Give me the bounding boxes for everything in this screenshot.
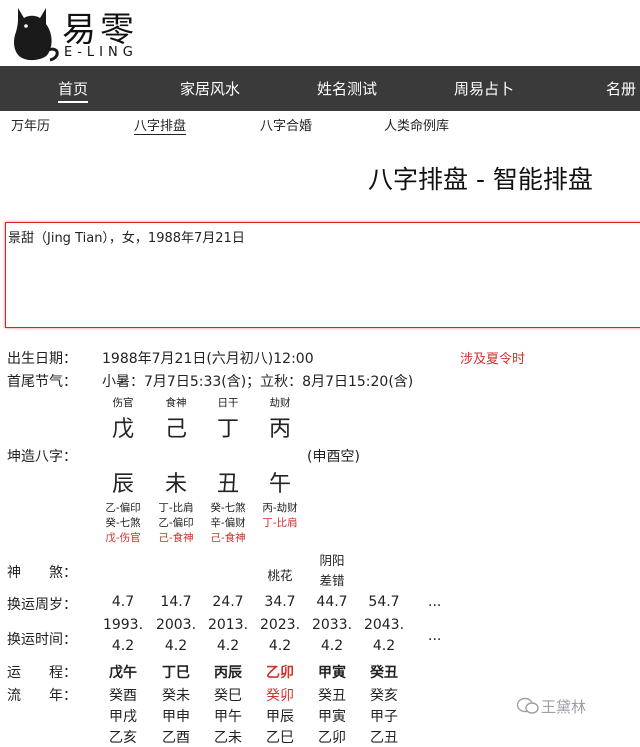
- main-nav: 首页 家居风水 姓名测试 周易占卜 名册: [0, 66, 640, 111]
- nav-divination[interactable]: 周易占卜: [454, 78, 514, 99]
- shensha-item: 阴阳 差错: [319, 553, 345, 588]
- liunian-year: 甲申: [162, 709, 190, 725]
- heavenly-stem: 己: [164, 417, 187, 442]
- more-ellipsis: ...: [428, 628, 442, 644]
- huanyun-day: 4.2: [268, 638, 292, 654]
- liunian-year: 癸丑: [318, 688, 346, 704]
- liunian-year: 甲寅: [318, 709, 346, 725]
- hidden-stem: 乙-偏印: [158, 517, 194, 529]
- ten-god-label: 食神: [165, 397, 187, 409]
- huanyun-day: 4.2: [372, 638, 396, 654]
- huanyun-age: 54.7: [368, 594, 400, 610]
- huanyun-year: 2033.: [311, 617, 353, 633]
- hidden-stem: 丁-比肩: [158, 502, 194, 514]
- huanyun-day: 4.2: [320, 638, 344, 654]
- earthly-branch: 辰: [111, 472, 134, 497]
- huanyun-age: 44.7: [316, 594, 348, 610]
- huanyun-year: 2003.: [155, 617, 197, 633]
- liunian-year: 乙亥: [109, 730, 137, 746]
- dst-note-link[interactable]: 涉及夏令时: [460, 348, 525, 367]
- hidden-stem: 辛-偏财: [210, 517, 246, 529]
- subnav-calendar[interactable]: 万年历: [11, 115, 50, 134]
- dayun-pillar-current[interactable]: 乙卯: [254, 662, 306, 682]
- huanyun-year: 1993.: [102, 617, 144, 633]
- shensha-label: 神 煞：: [7, 565, 77, 581]
- heavenly-stem: 戊: [111, 417, 134, 442]
- huanyun-day: 4.2: [164, 638, 188, 654]
- huanyun-age: 14.7: [160, 594, 192, 610]
- dayun-pillar[interactable]: 癸丑: [358, 662, 410, 682]
- liunian-year: 乙巳: [266, 730, 294, 746]
- kongwang: (申酉空): [307, 449, 360, 465]
- liunian-year: 乙未: [214, 730, 242, 746]
- liunian-year: 癸巳: [214, 688, 242, 704]
- hidden-stem: 己-食神: [210, 532, 246, 544]
- dayun-pillar[interactable]: 丙辰: [202, 662, 254, 682]
- huanyun-year: 2043.: [363, 617, 405, 633]
- hidden-stem: 己-食神: [158, 532, 194, 544]
- header: 易零 E-LING: [0, 0, 640, 66]
- bazi-input[interactable]: 景甜（Jing Tian），女，1988年7月21日: [5, 222, 640, 328]
- yuncheng-label: 运 程：: [7, 665, 77, 681]
- ten-god-label: 劫财: [269, 397, 291, 409]
- jieqi-label: 首尾节气：: [7, 374, 77, 390]
- page-title: 八字排盘 - 智能排盘: [368, 165, 593, 194]
- earthly-branch: 未: [164, 472, 187, 497]
- heavenly-stem: 丙: [268, 417, 291, 442]
- logo-subtext: E-LING: [64, 45, 138, 60]
- dayun-pillar[interactable]: 丁巳: [150, 662, 202, 682]
- subnav-bazi[interactable]: 八字排盘: [134, 115, 187, 135]
- huanyun-day: 4.2: [111, 638, 135, 654]
- subnav-hehun[interactable]: 八字合婚: [260, 115, 312, 134]
- subnav-cases[interactable]: 人类命例库: [384, 115, 449, 134]
- liunian-year: 乙酉: [162, 730, 190, 746]
- dayun-pillar[interactable]: 甲寅: [306, 662, 358, 682]
- liunian-year: 乙丑: [370, 730, 398, 746]
- hidden-stem: 癸-七煞: [210, 502, 246, 514]
- liunian-year-current: 癸卯: [266, 688, 294, 704]
- nav-fengshui[interactable]: 家居风水: [180, 78, 240, 99]
- birth-label: 出生日期：: [7, 351, 77, 367]
- logo-text[interactable]: 易零: [62, 2, 138, 51]
- hidden-stem: 乙-偏印: [105, 502, 141, 514]
- huanyun-age: 24.7: [212, 594, 244, 610]
- more-ellipsis: ...: [428, 594, 442, 610]
- huanyun-year: 2023.: [259, 617, 301, 633]
- hidden-stem: 戊-伤官: [105, 532, 141, 544]
- liunian-label: 流 年：: [7, 688, 77, 704]
- liunian-year: 癸未: [162, 688, 190, 704]
- ten-god-label: 日干: [217, 397, 239, 409]
- wechat-icon: [517, 697, 539, 714]
- liunian-year: 甲午: [214, 709, 242, 725]
- liunian-year: 乙卯: [318, 730, 346, 746]
- hidden-stem: 癸-七煞: [105, 517, 141, 529]
- huanyun-age: 4.7: [111, 594, 135, 610]
- earthly-branch: 丑: [216, 472, 239, 497]
- jieqi-value: 小暑：7月7日5:33(含)；立秋：8月7日15:20(含): [102, 374, 414, 390]
- huanyun-year: 2013.: [207, 617, 249, 633]
- earthly-branch: 午: [268, 472, 291, 497]
- heavenly-stem: 丁: [216, 417, 239, 442]
- huanyun-time-label: 换运时间：: [7, 632, 77, 648]
- hidden-stem: 丙-劫财: [262, 502, 298, 514]
- liunian-year: 癸酉: [109, 688, 137, 704]
- huanyun-age: 34.7: [264, 594, 296, 610]
- cat-logo-icon: [14, 8, 59, 62]
- dayun-pillar[interactable]: 戊午: [97, 662, 149, 682]
- nav-home[interactable]: 首页: [58, 78, 89, 103]
- watermark-text: 王黛林: [541, 698, 587, 716]
- liunian-year: 甲子: [370, 709, 398, 725]
- shensha-item: 桃花: [267, 568, 293, 583]
- liunian-year: 癸亥: [370, 688, 398, 704]
- birth-value: 1988年7月21日(六月初八)12:00: [102, 351, 314, 367]
- ten-god-label: 伤官: [112, 397, 134, 409]
- liunian-year: 甲辰: [266, 709, 294, 725]
- huanyun-age-label: 换运周岁：: [7, 597, 77, 613]
- bazi-label: 坤造八字：: [7, 449, 77, 465]
- hidden-stem: 丁-比肩: [262, 517, 298, 529]
- nav-name-test[interactable]: 姓名测试: [317, 78, 377, 99]
- nav-roster[interactable]: 名册: [606, 78, 636, 99]
- liunian-year: 甲戌: [109, 709, 137, 725]
- huanyun-day: 4.2: [216, 638, 240, 654]
